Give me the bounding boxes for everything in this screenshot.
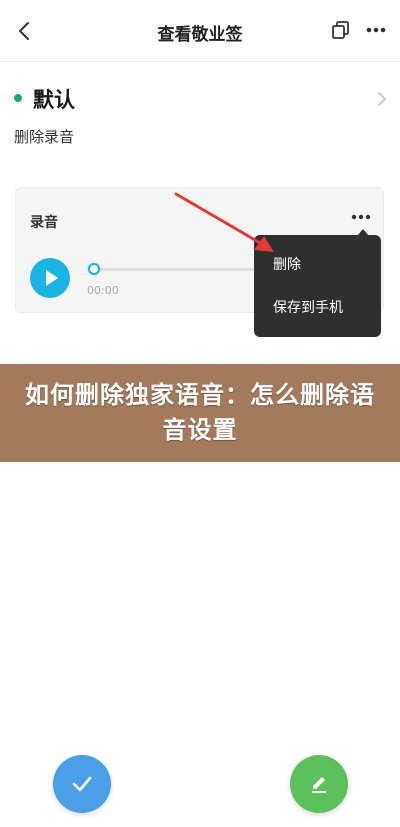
note-header[interactable]: 默认 [14,84,388,116]
progress-knob[interactable] [88,263,100,275]
menu-item-delete[interactable]: 删除 [273,254,301,274]
confirm-button[interactable] [53,755,111,813]
note-body: 删除录音 [14,128,75,146]
play-icon [46,270,58,286]
menu-item-save-to-phone[interactable]: 保存到手机 [273,297,343,317]
pencil-icon [312,777,326,793]
annotation-arrow-icon [174,192,274,252]
copy-icon[interactable] [329,18,353,42]
top-bar: 查看敬业签 [0,0,400,62]
time-label: 00:00 [87,284,119,297]
check-icon [72,776,92,792]
note-title: 默认 [33,88,75,112]
status-dot-icon [14,94,22,102]
play-button[interactable] [30,258,70,298]
menu-pointer [357,229,369,236]
chevron-right-icon[interactable] [374,88,390,110]
recording-label: 录音 [30,215,58,231]
recording-more-icon[interactable] [349,210,373,224]
more-icon[interactable] [362,18,390,42]
edit-button[interactable] [290,755,348,813]
title-banner: 如何删除独家语音：怎么删除语音设置 [0,364,400,462]
banner-text: 如何删除独家语音：怎么删除语音设置 [25,381,375,444]
